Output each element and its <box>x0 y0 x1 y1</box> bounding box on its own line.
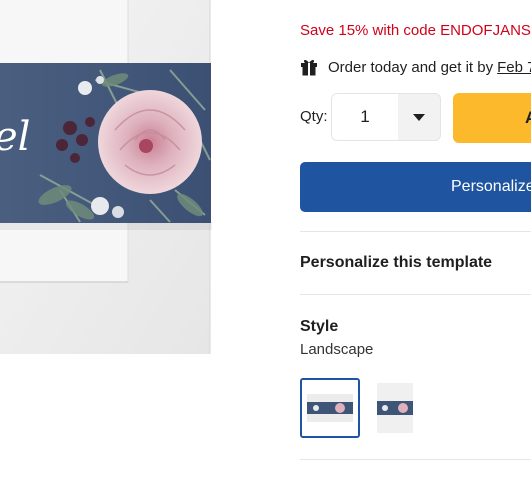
divider <box>300 294 531 295</box>
delivery-prefix: Order today and get it by <box>328 58 494 76</box>
product-details-panel: Save 15% with code ENDOFJANSALE Order to… <box>300 0 531 500</box>
style-thumbnail-image <box>302 380 358 436</box>
quantity-label: Qty: <box>300 108 328 125</box>
personalize-button[interactable]: Personalize <box>300 162 531 212</box>
belly-band-illustration: el <box>0 0 212 354</box>
product-image[interactable]: el <box>0 0 268 500</box>
style-option-landscape[interactable] <box>300 378 360 438</box>
card-script-text: el <box>0 114 30 160</box>
delivery-date-link[interactable]: Feb 7 <box>497 59 531 76</box>
delivery-estimate: Order today and get it by Feb 7 <box>300 56 531 78</box>
promo-message: Save 15% with code ENDOFJANSALE <box>300 22 531 39</box>
quantity-value[interactable]: 1 <box>332 94 398 140</box>
style-heading: Style <box>300 318 339 335</box>
divider <box>300 459 531 460</box>
quantity-select[interactable]: 1 <box>331 93 441 141</box>
style-thumbnail-image <box>375 379 433 437</box>
quantity-row: Qty: 1 Add to Cart <box>300 93 531 143</box>
personalize-template-heading[interactable]: Personalize this template <box>300 254 492 272</box>
style-selected-value: Landscape <box>300 341 374 358</box>
chevron-down-icon[interactable] <box>412 113 426 122</box>
gift-icon <box>301 59 317 76</box>
divider <box>300 231 531 232</box>
add-to-cart-button[interactable]: Add to Cart <box>453 93 531 143</box>
style-option-portrait[interactable] <box>374 378 434 438</box>
